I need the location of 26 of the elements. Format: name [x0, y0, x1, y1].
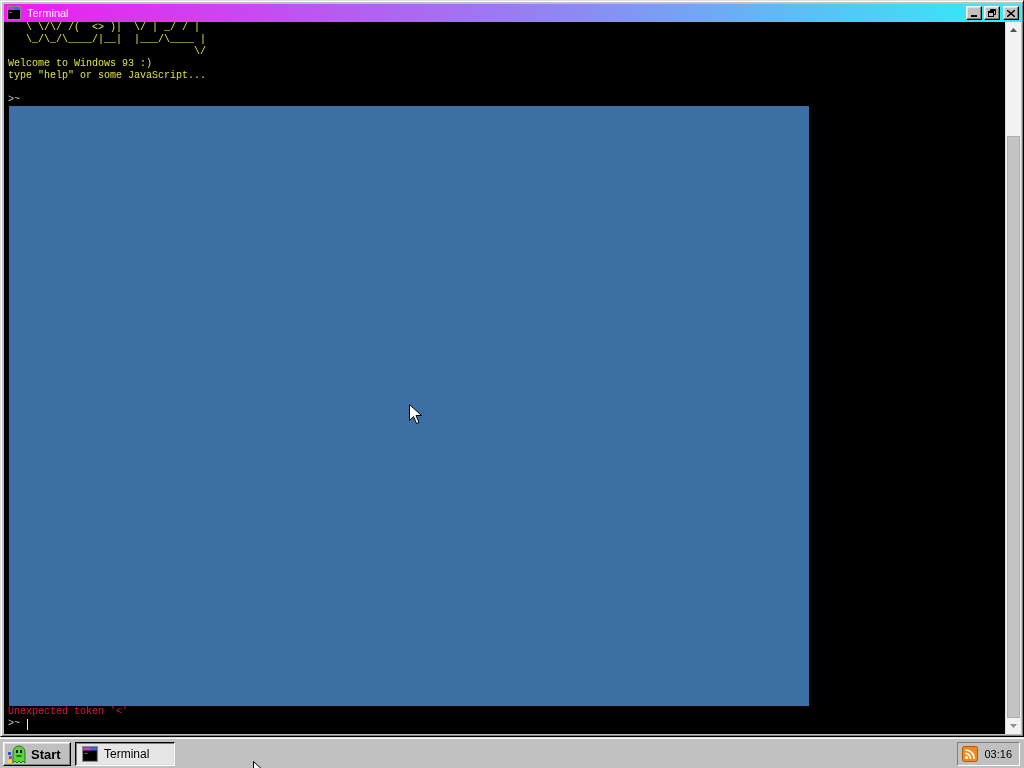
restore-button[interactable]	[984, 6, 1000, 20]
ascii-logo: \ \/\/ /( <> )| \/ | _/ / | \_/\_/\____/|__| |___/\____ | \/	[25, 22, 207, 58]
window-title: Terminal	[27, 7, 69, 19]
terminal-text: Welcome to Windows 93 :)	[8, 58, 153, 70]
close-icon	[1007, 9, 1015, 17]
terminal-icon	[82, 746, 98, 762]
restore-icon	[988, 9, 996, 17]
mouse-pointer-icon	[409, 404, 422, 424]
command-input[interactable]: >~	[8, 718, 28, 730]
prompt-text: >~	[8, 94, 20, 106]
error-message: Unexpected token '<'	[8, 706, 129, 718]
up-arrow-icon	[1010, 28, 1017, 32]
close-button[interactable]	[1003, 6, 1019, 20]
clock: 03:16	[984, 748, 1012, 760]
scrollbar-track[interactable]	[1005, 22, 1021, 734]
down-arrow-icon	[1010, 724, 1017, 728]
text-caret-icon	[27, 718, 28, 730]
terminal-text: type "help" or some JavaScript...	[8, 70, 207, 82]
taskbar-button[interactable]: Terminal	[75, 742, 175, 766]
terminal-icon	[7, 6, 21, 20]
scrollbar-thumb[interactable]	[1007, 136, 1020, 718]
rss-icon[interactable]	[962, 746, 979, 762]
minimize-button[interactable]	[966, 6, 982, 20]
ghost-icon	[8, 744, 28, 764]
minimize-icon	[971, 15, 977, 17]
start-button[interactable]: Start	[3, 742, 71, 766]
